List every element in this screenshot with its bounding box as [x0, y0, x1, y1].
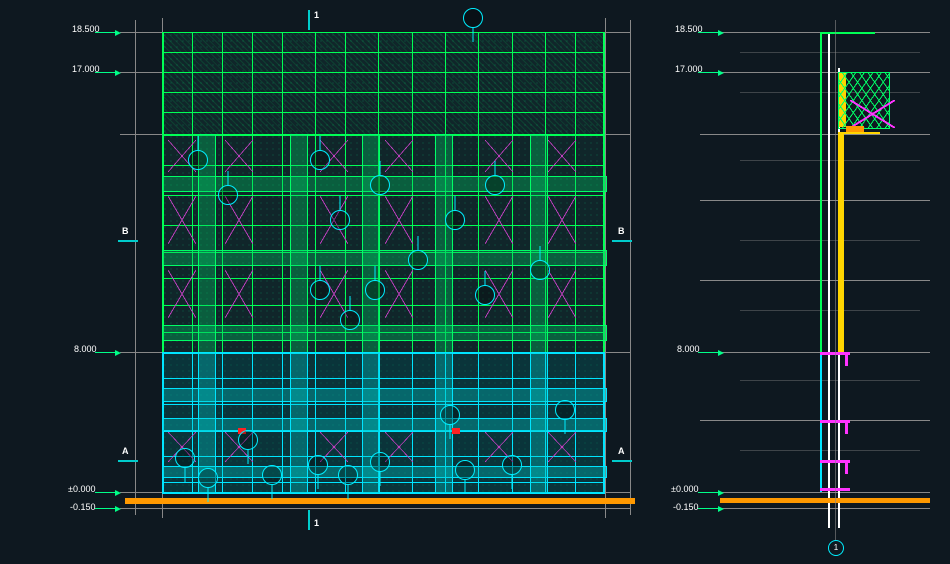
detail-callout-icon: [188, 150, 208, 170]
wall-section-outline: [828, 32, 830, 508]
grid-bubble: 1: [828, 540, 844, 556]
section-mark-a-left: A: [122, 446, 129, 456]
section-mark-b-left: B: [122, 226, 129, 236]
section-view: 1 18.500 17.000 8.000 ±0.000 -0.150: [660, 0, 950, 564]
cad-drawing-canvas[interactable]: { "drawing": { "title": "Building Elevat…: [0, 0, 950, 564]
ground-line-section: [720, 498, 930, 503]
section-mark-a-right: A: [618, 446, 625, 456]
section-mark-1-top: 1: [314, 10, 319, 20]
section-mark-1-bottom: 1: [314, 518, 319, 528]
section-mark-b-right: B: [618, 226, 625, 236]
ground-line: [125, 498, 635, 504]
upper-green-grid: [162, 32, 605, 134]
elev-label: 18.500: [72, 24, 100, 34]
main-elevation-view: 1 1 A A B B 18.500 17.000 8.000 ±0.000 -…: [0, 0, 660, 564]
